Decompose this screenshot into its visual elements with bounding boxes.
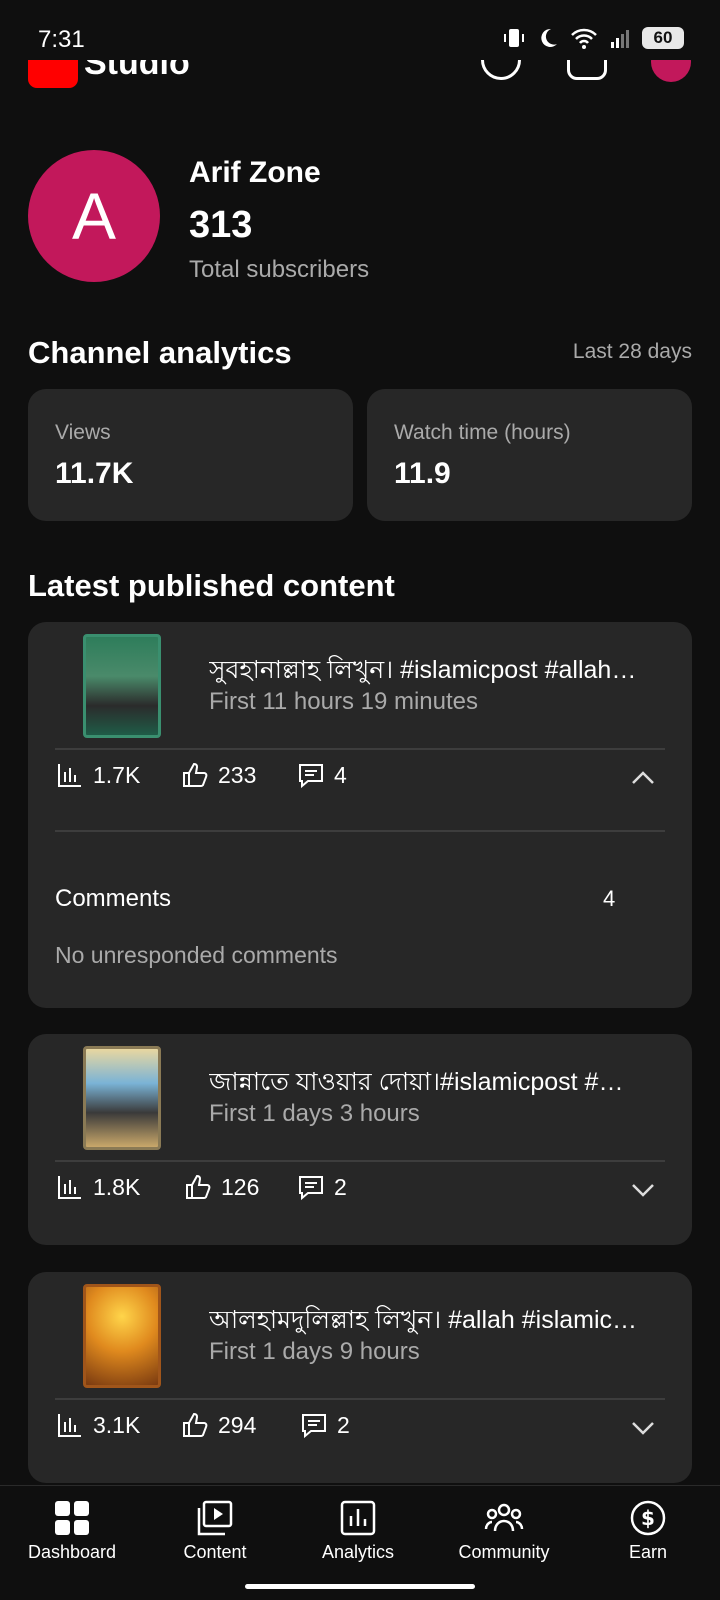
divider [55, 1398, 665, 1400]
nav-earn[interactable]: $ Earn [578, 1498, 718, 1563]
wifi-icon [571, 28, 597, 49]
channel-name: Arif Zone [189, 156, 321, 189]
views-count: 1.8K [93, 1173, 141, 1200]
comments-metric: 4 [296, 760, 347, 790]
comments-count: 2 [334, 1173, 347, 1200]
notifications-bell-icon[interactable] [567, 60, 607, 80]
video-thumbnail[interactable] [83, 1046, 161, 1150]
dashboard-icon [55, 1501, 89, 1535]
views-metric: 1.8K [55, 1172, 140, 1202]
chevron-up-icon[interactable] [629, 764, 657, 792]
top-app-bar: Studio [0, 60, 720, 100]
help-icon[interactable] [481, 60, 521, 80]
comment-icon [299, 764, 323, 789]
likes-metric: 294 [180, 1410, 256, 1440]
nav-dashboard[interactable]: Dashboard [2, 1498, 142, 1563]
views-card[interactable]: Views 11.7K [28, 389, 353, 521]
do-not-disturb-moon-icon [541, 28, 557, 47]
likes-count: 233 [218, 761, 257, 788]
video-thumbnail[interactable] [83, 1284, 161, 1388]
earn-icon: $ [630, 1500, 666, 1536]
channel-avatar: A [28, 150, 160, 282]
nav-label: Dashboard [27, 1542, 117, 1562]
signal-icon [611, 30, 629, 48]
channel-analytics-title: Channel analytics [28, 335, 292, 370]
status-time: 7:31 [38, 26, 85, 53]
content-card[interactable]: সুবহানাল্লাহ লিখুন। #islamicpost #allah…… [28, 622, 692, 1008]
nav-label: Content [183, 1542, 247, 1562]
video-subtitle: First 1 days 3 hours [209, 1100, 420, 1127]
svg-text:$: $ [641, 1506, 655, 1530]
chevron-down-icon[interactable] [629, 1176, 657, 1204]
views-label: Views [55, 421, 111, 444]
likes-count: 126 [221, 1173, 260, 1200]
battery-indicator: 60 [642, 27, 684, 49]
account-avatar[interactable] [651, 60, 691, 82]
analytics-icon [340, 1500, 376, 1536]
bar-chart-icon [58, 1414, 81, 1437]
content-icon [197, 1500, 233, 1536]
comment-icon [302, 1414, 326, 1439]
video-thumbnail[interactable] [83, 634, 161, 738]
video-title[interactable]: জান্নাতে যাওয়ার দোয়া।#islamicpost #… [209, 1062, 669, 1105]
status-icons: 60 [502, 26, 684, 50]
watch-time-card[interactable]: Watch time (hours) 11.9 [367, 389, 692, 521]
subscriber-label: Total subscribers [189, 256, 370, 283]
content-card[interactable]: আলহামদুলিল্লাহ লিখুন। #allah #islamic… F… [28, 1272, 692, 1483]
content-card[interactable]: জান্নাতে যাওয়ার দোয়া।#islamicpost #… F… [28, 1034, 692, 1245]
vibrate-icon [504, 29, 524, 47]
unresponded-comments-status: No unresponded comments [55, 942, 338, 968]
likes-metric: 233 [180, 760, 256, 790]
watch-time-value: 11.9 [394, 457, 451, 490]
views-count: 1.7K [93, 761, 141, 788]
views-metric: 3.1K [55, 1410, 140, 1440]
comments-metric: 2 [299, 1410, 350, 1440]
thumbs-up-icon [186, 1174, 211, 1199]
divider [55, 748, 665, 750]
video-title[interactable]: আলহামদুলিল্লাহ লিখুন। #allah #islamic… [209, 1300, 669, 1343]
nav-content[interactable]: Content [145, 1498, 285, 1563]
bar-chart-icon [58, 1176, 81, 1199]
divider [55, 1160, 665, 1162]
chevron-down-icon[interactable] [629, 1414, 657, 1442]
nav-community[interactable]: Community [434, 1498, 574, 1563]
divider [55, 830, 665, 832]
video-subtitle: First 1 days 9 hours [209, 1338, 420, 1365]
nav-label: Analytics [321, 1542, 395, 1562]
nav-label: Earn [628, 1542, 668, 1562]
youtube-logo-icon [28, 60, 78, 88]
comments-section-label[interactable]: Comments [55, 885, 171, 913]
video-subtitle: First 11 hours 19 minutes [209, 688, 479, 715]
comments-metric: 2 [296, 1172, 347, 1202]
nav-analytics[interactable]: Analytics [288, 1498, 428, 1563]
likes-metric: 126 [183, 1172, 259, 1202]
bar-chart-icon [58, 764, 81, 787]
thumbs-up-icon [183, 1412, 208, 1437]
app-logo-text: Studio [84, 60, 190, 82]
analytics-period: Last 28 days [572, 340, 692, 363]
thumbs-up-icon [183, 762, 208, 787]
video-title[interactable]: সুবহানাল্লাহ লিখুন। #islamicpost #allah… [209, 650, 669, 693]
comments-count: 2 [337, 1411, 350, 1438]
subscriber-count: 313 [189, 204, 253, 246]
comments-count: 4 [334, 761, 347, 788]
watch-time-label: Watch time (hours) [394, 421, 571, 444]
bottom-navigation: Dashboard Content Analytics Community $ … [0, 1485, 720, 1600]
views-metric: 1.7K [55, 760, 140, 790]
nav-label: Community [458, 1542, 550, 1562]
home-gesture-indicator[interactable] [245, 1584, 475, 1589]
comment-icon [299, 1176, 323, 1201]
likes-count: 294 [218, 1411, 257, 1438]
views-value: 11.7K [55, 457, 134, 490]
community-icon [484, 1503, 524, 1532]
views-count: 3.1K [93, 1411, 141, 1438]
comments-section-count: 4 [603, 886, 616, 911]
latest-content-title: Latest published content [28, 568, 395, 603]
